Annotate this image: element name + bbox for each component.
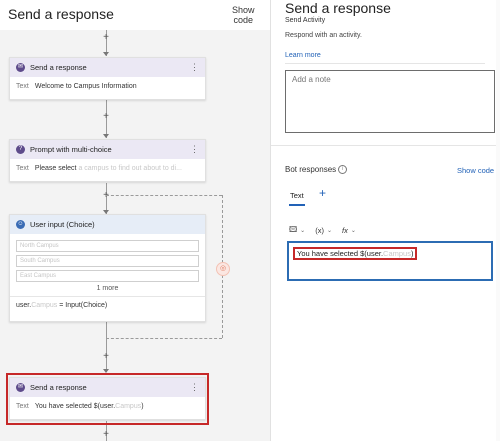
show-code-button[interactable]: Show code xyxy=(232,5,255,25)
node-body: Text Please select a campus to find out … xyxy=(10,159,205,178)
canvas-title: Send a response xyxy=(8,6,114,22)
user-icon: ☺ xyxy=(16,220,25,229)
node-header: ? Prompt with multi-choice ⋮ xyxy=(10,140,205,159)
branch-line xyxy=(106,338,222,339)
properties-panel: Send a response Send Activity Respond wi… xyxy=(271,0,500,441)
condition-icon[interactable]: ◎ xyxy=(216,262,230,276)
connector-line xyxy=(106,322,107,372)
info-icon[interactable]: i xyxy=(338,165,348,175)
node-header: ☺ User input (Choice) xyxy=(10,215,205,234)
footer-suffix: = Input(Choice) xyxy=(57,302,108,309)
prompt-node[interactable]: ? Prompt with multi-choice ⋮ Text Please… xyxy=(9,139,206,182)
node-footer: user.Campus = Input(Choice) xyxy=(10,296,205,314)
user-input-node[interactable]: ☺ User input (Choice) North Campus South… xyxy=(9,214,206,322)
text-value-visible: Please select xyxy=(34,165,77,172)
editor-suffix: ) xyxy=(410,249,414,258)
panel-title: Send a response xyxy=(285,0,391,16)
panel-description: Respond with an activity. xyxy=(285,32,362,39)
prompt-icon: ? xyxy=(16,145,25,154)
insert-variable-button[interactable]: (x) ⌄ xyxy=(315,226,332,235)
chevron-down-icon: ⌄ xyxy=(300,228,306,234)
arrow-down-icon xyxy=(103,52,109,56)
show-code-line2: code xyxy=(233,15,254,25)
insert-media-button[interactable]: 🖾 ⌄ xyxy=(289,224,305,237)
more-choices-link[interactable]: 1 more xyxy=(10,285,205,292)
flow-canvas[interactable]: Send a response Show code + + + + + ◎ ✉ … xyxy=(0,0,271,441)
add-node-plus-icon[interactable]: + xyxy=(101,191,111,201)
bot-responses-label: Bot responses xyxy=(285,165,337,174)
show-code-line1: Show xyxy=(232,5,255,15)
chevron-down-icon: ⌄ xyxy=(326,228,332,234)
text-label: Text xyxy=(16,165,29,172)
editor-content[interactable]: You have selected $(user.Campus) xyxy=(293,247,418,260)
panel-subtitle: Send Activity xyxy=(285,17,326,24)
text-label: Text xyxy=(16,83,29,90)
editor-prefix: You have selected $(user. xyxy=(297,249,384,258)
learn-more-link[interactable]: Learn more xyxy=(285,52,321,59)
image-icon: 🖾 xyxy=(289,225,298,234)
active-tab-indicator xyxy=(289,204,305,206)
selection-highlight xyxy=(6,373,209,425)
divider xyxy=(285,63,485,64)
response-text-editor[interactable]: You have selected $(user.Campus) xyxy=(287,241,493,281)
add-node-plus-icon[interactable]: + xyxy=(101,33,111,43)
add-node-plus-icon[interactable]: + xyxy=(101,430,111,440)
node-header: ✉ Send a response ⋮ xyxy=(10,58,205,77)
more-options-icon[interactable]: ⋮ xyxy=(190,144,199,155)
more-options-icon[interactable]: ⋮ xyxy=(190,62,199,73)
message-icon: ✉ xyxy=(16,63,25,72)
add-node-plus-icon[interactable]: + xyxy=(101,352,111,362)
variable-label: (x) xyxy=(315,226,324,235)
bot-responses-heading: Bot responses i xyxy=(285,165,348,175)
chevron-down-icon: ⌄ xyxy=(350,228,356,234)
formula-label: fx xyxy=(341,226,348,235)
editor-toolbar: 🖾 ⌄ (x) ⌄ fx ⌄ xyxy=(285,222,360,239)
footer-blurred: Campus xyxy=(31,302,58,309)
add-node-plus-icon[interactable]: + xyxy=(101,112,111,122)
add-note-textarea[interactable]: Add a note xyxy=(285,70,495,133)
arrow-down-icon xyxy=(103,134,109,138)
tab-text[interactable]: Text xyxy=(290,191,304,200)
add-variation-plus-icon[interactable]: + xyxy=(319,186,326,200)
branch-line xyxy=(106,195,222,196)
canvas-header: Send a response Show code xyxy=(0,0,270,30)
choice-option[interactable]: North Campus xyxy=(16,240,199,252)
node-body: Text Welcome to Campus Information xyxy=(10,77,205,96)
insert-formula-button[interactable]: fx ⌄ xyxy=(342,226,356,235)
choice-option[interactable]: South Campus xyxy=(16,255,199,267)
footer-prefix: user. xyxy=(16,302,32,309)
choice-option[interactable]: East Campus xyxy=(16,270,199,282)
text-value: Welcome to Campus Information xyxy=(34,83,137,90)
node-title: Prompt with multi-choice xyxy=(30,145,112,154)
node-title: User input (Choice) xyxy=(30,220,95,229)
text-value: Please select a campus to find out about… xyxy=(35,165,182,172)
divider xyxy=(271,145,500,146)
text-value-blurred: a campus to find out about to di... xyxy=(78,165,182,172)
scrollbar[interactable] xyxy=(496,0,500,441)
send-response-node[interactable]: ✉ Send a response ⋮ Text Welcome to Camp… xyxy=(9,57,206,100)
show-code-link[interactable]: Show code xyxy=(457,166,494,175)
node-title: Send a response xyxy=(30,63,87,72)
editor-blurred: Campus xyxy=(383,249,411,258)
